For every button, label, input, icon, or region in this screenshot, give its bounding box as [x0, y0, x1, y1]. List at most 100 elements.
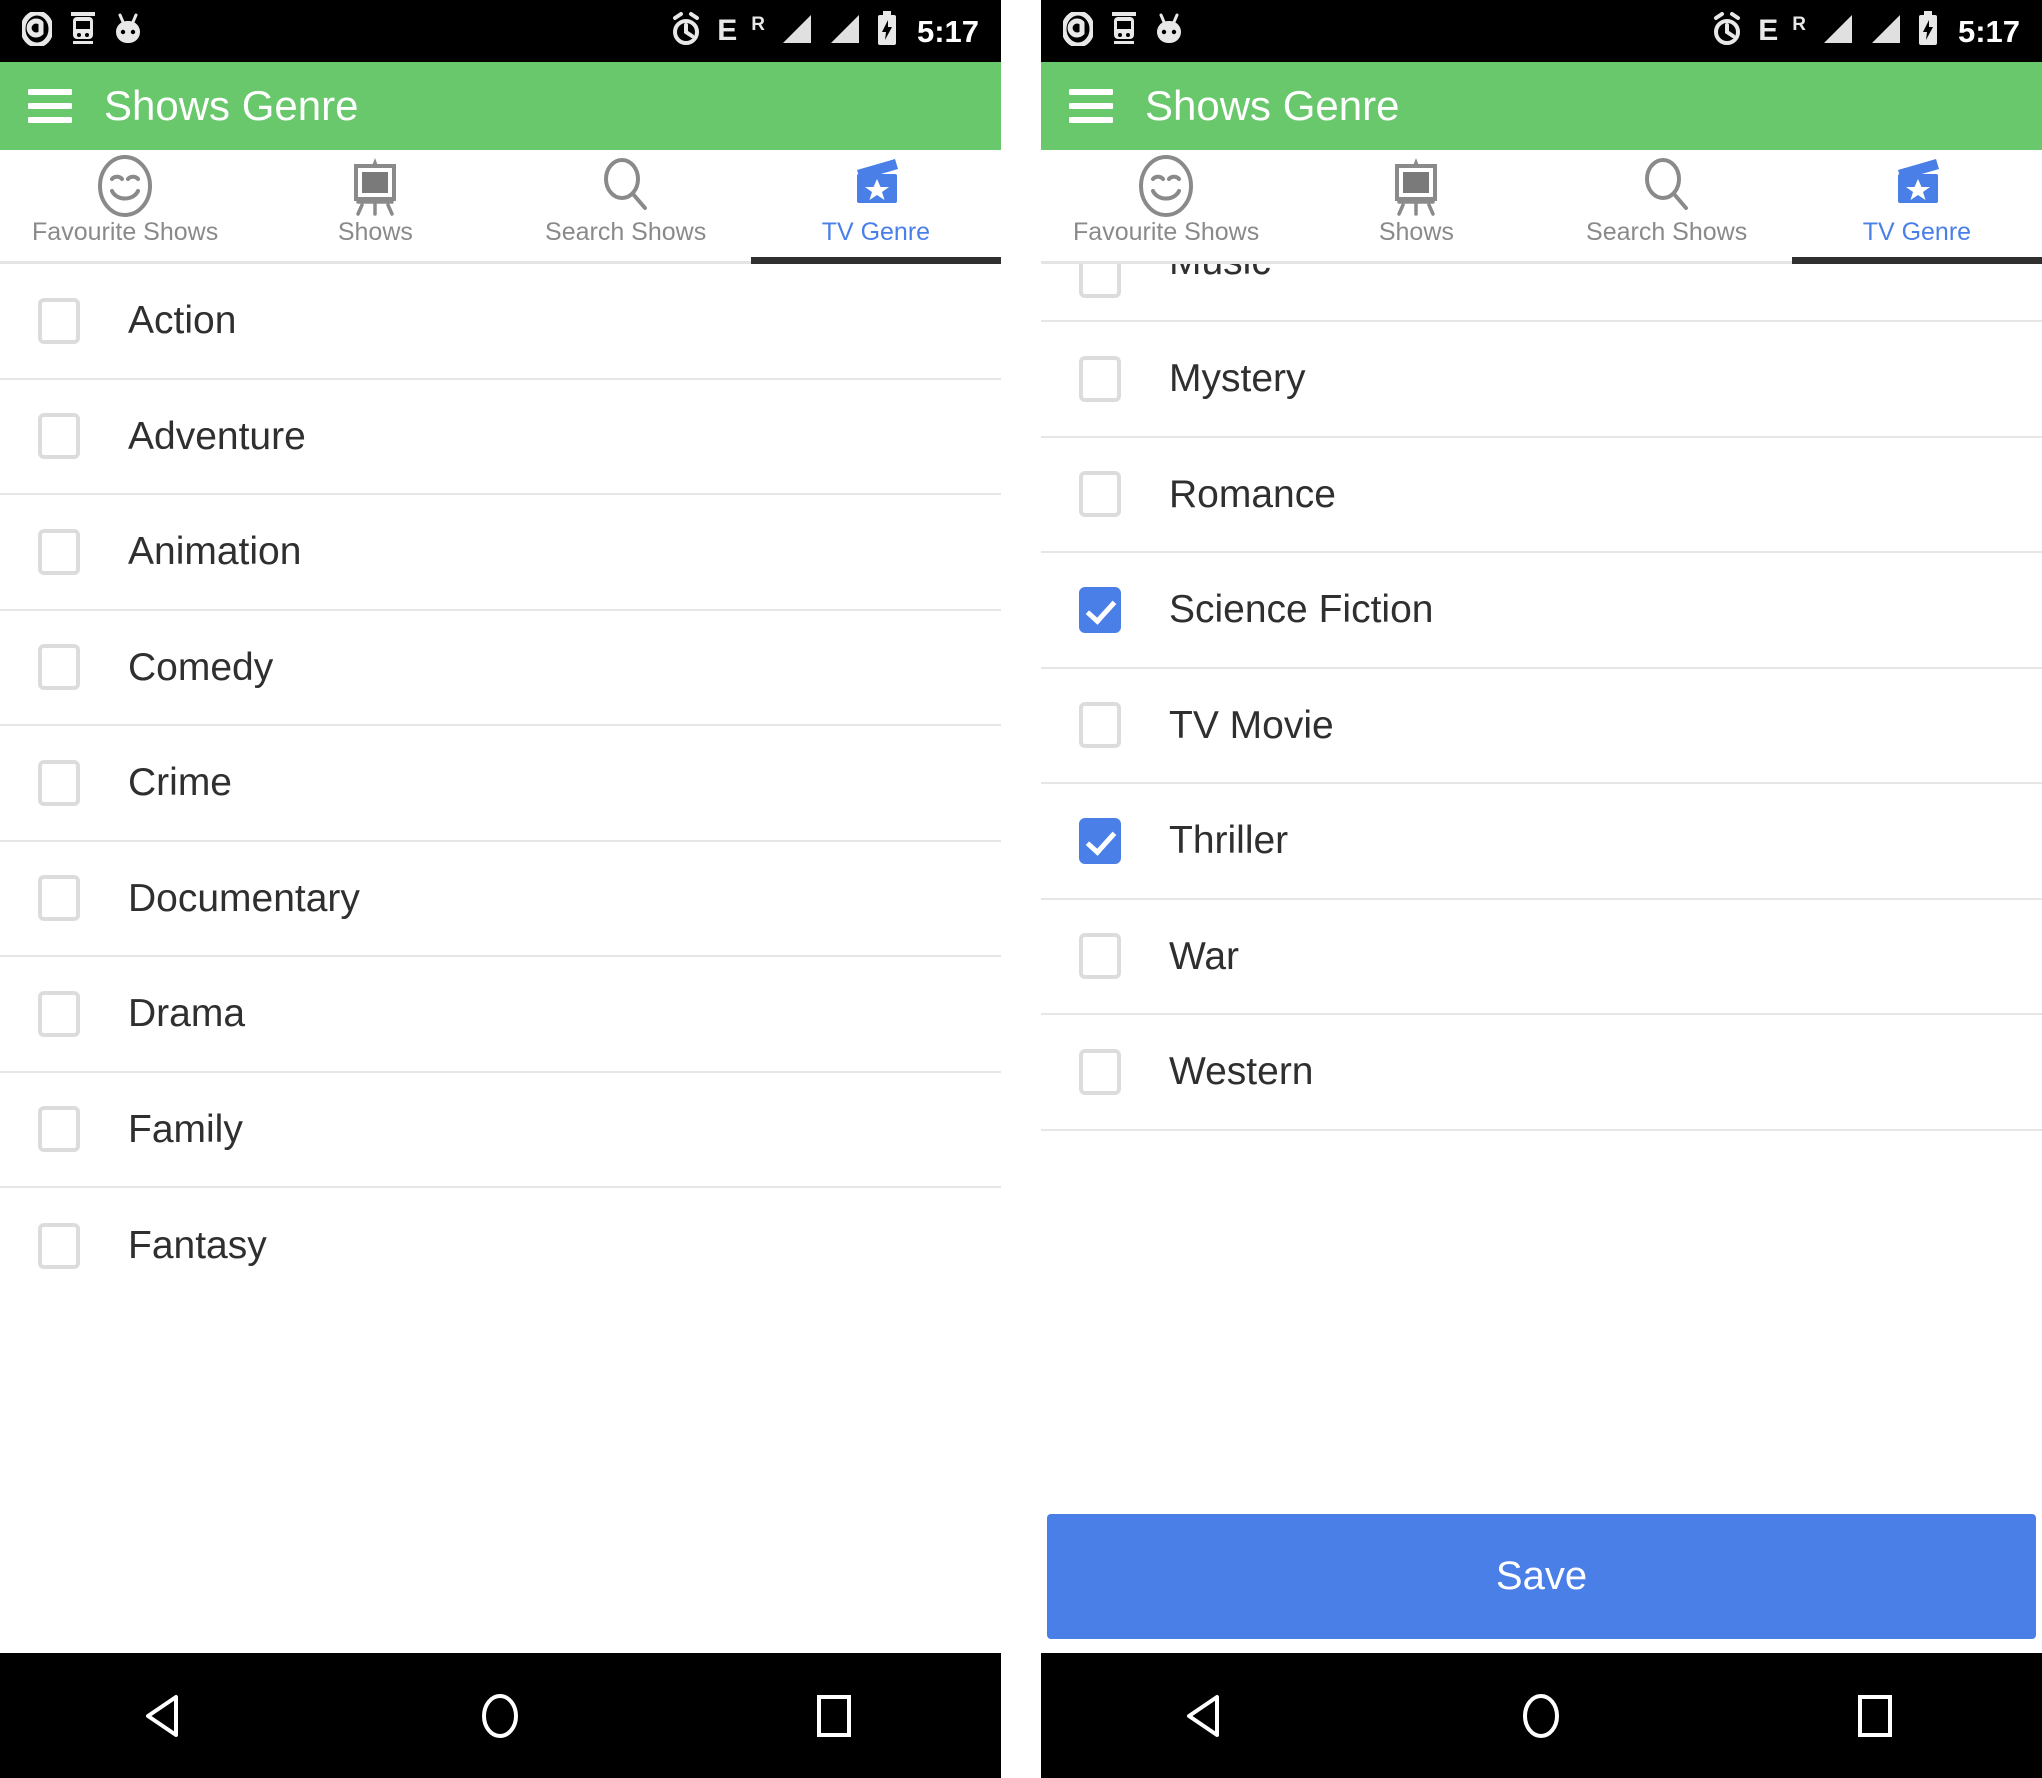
app-bar: Shows Genre — [0, 62, 1001, 150]
roaming-label: R — [751, 13, 765, 35]
genre-checkbox[interactable] — [1079, 264, 1121, 298]
list-item[interactable]: Animation — [0, 495, 1001, 611]
roaming-label: R — [1792, 13, 1806, 35]
tab-label: Shows — [337, 218, 413, 246]
genre-list-left[interactable]: Action Adventure Animation Comedy Crime … — [0, 264, 1001, 1653]
list-item[interactable]: Western — [1041, 1015, 2042, 1131]
signal-bars-icon — [1868, 13, 1902, 50]
tab-tv-genre[interactable]: TV Genre — [750, 150, 1001, 264]
genre-checkbox[interactable] — [38, 875, 80, 922]
clock-time: 5:17 — [916, 13, 979, 49]
genre-checkbox[interactable] — [38, 1106, 80, 1153]
app-circle-icon — [20, 10, 54, 51]
hamburger-menu-icon[interactable] — [1069, 89, 1113, 123]
list-item[interactable]: Crime — [0, 726, 1001, 842]
status-bar: E R 5:17 — [0, 0, 1001, 62]
list-item[interactable]: Drama — [0, 957, 1001, 1073]
genre-label: Documentary — [128, 876, 360, 920]
status-bar-left-icons — [1061, 10, 1183, 52]
tab-label: Favourite Shows — [32, 218, 219, 246]
signal-bars-icon — [1820, 13, 1854, 50]
signal-bars-icon — [827, 13, 861, 50]
genre-checkbox[interactable] — [1079, 933, 1121, 980]
tab-label: Search Shows — [1586, 218, 1748, 246]
phone-screen-right: E R 5:17 Shows Genre Favourite Shows Sho… — [1041, 0, 2042, 1778]
smiley-face-icon — [94, 155, 156, 217]
genre-label: TV Movie — [1169, 703, 1334, 747]
genre-checkbox[interactable] — [1079, 1048, 1121, 1095]
android-nav-bar — [1041, 1653, 2042, 1778]
page-title: Shows Genre — [104, 82, 359, 129]
back-triangle-icon[interactable] — [1138, 1653, 1278, 1778]
status-bar-right-icons: E R 5:17 — [1710, 10, 2020, 52]
recents-square-icon[interactable] — [1805, 1653, 1945, 1778]
genre-checkbox[interactable] — [38, 528, 80, 575]
genre-label: Adventure — [128, 414, 306, 458]
genre-label: Comedy — [128, 645, 274, 689]
genre-label: Science Fiction — [1169, 588, 1434, 632]
genre-label: Western — [1169, 1050, 1314, 1094]
list-item[interactable]: TV Movie — [1041, 669, 2042, 784]
recents-square-icon[interactable] — [764, 1653, 904, 1778]
genre-checkbox[interactable] — [38, 297, 80, 344]
battery-charging-icon — [1916, 10, 1940, 52]
network-type-label: E — [717, 14, 738, 47]
genre-checkbox[interactable] — [38, 644, 80, 691]
page-title: Shows Genre — [1145, 82, 1400, 129]
list-item[interactable]: Family — [0, 1073, 1001, 1188]
android-icon — [1155, 12, 1183, 51]
save-button-container: Save — [1041, 1500, 2042, 1653]
genre-checkbox[interactable] — [38, 413, 80, 460]
genre-list-right[interactable]: Music Mystery Romance Science Fiction TV… — [1041, 264, 2042, 1500]
genre-checkbox[interactable] — [38, 990, 80, 1037]
hamburger-menu-icon[interactable] — [28, 89, 72, 123]
tram-icon — [70, 11, 96, 52]
genre-label: Crime — [128, 761, 232, 805]
back-triangle-icon[interactable] — [97, 1653, 237, 1778]
list-item[interactable]: Comedy — [0, 611, 1001, 726]
status-bar: E R 5:17 — [1041, 0, 2042, 62]
genre-checkbox[interactable] — [38, 1222, 80, 1269]
list-item[interactable]: Fantasy — [0, 1188, 1001, 1304]
home-circle-icon[interactable] — [430, 1653, 570, 1778]
list-item[interactable]: Adventure — [0, 380, 1001, 495]
list-item[interactable]: War — [1041, 900, 2042, 1015]
tab-search-shows[interactable]: Search Shows — [1542, 150, 1792, 261]
genre-label: Music — [1169, 264, 1271, 281]
easel-tv-icon — [344, 156, 406, 216]
genre-checkbox[interactable] — [1079, 817, 1121, 864]
tab-search-shows[interactable]: Search Shows — [501, 150, 751, 261]
smiley-face-icon — [1135, 155, 1197, 217]
genre-checkbox[interactable] — [1079, 702, 1121, 749]
tab-label: Search Shows — [545, 218, 707, 246]
tab-tv-genre[interactable]: TV Genre — [1791, 150, 2042, 264]
list-item[interactable]: Music — [1041, 264, 2042, 322]
home-circle-icon[interactable] — [1471, 1653, 1611, 1778]
list-item[interactable]: Documentary — [0, 842, 1001, 957]
app-circle-icon — [1061, 10, 1095, 51]
genre-label: Action — [128, 299, 237, 343]
tab-shows[interactable]: Shows — [1291, 150, 1541, 261]
list-item[interactable]: Mystery — [1041, 322, 2042, 438]
save-button[interactable]: Save — [1047, 1514, 2036, 1639]
genre-label: Drama — [128, 992, 246, 1036]
genre-label: Fantasy — [128, 1224, 267, 1268]
clapperboard-star-icon — [1886, 156, 1948, 216]
list-item[interactable]: Romance — [1041, 438, 2042, 553]
list-item[interactable]: Action — [0, 264, 1001, 380]
genre-label: Family — [128, 1107, 243, 1151]
screenshot-stage: E R 5:17 Shows Genre Favourite Shows Sho… — [0, 0, 2042, 1778]
tab-favourite-shows[interactable]: Favourite Shows — [1041, 150, 1291, 261]
tab-shows[interactable]: Shows — [250, 150, 500, 261]
network-type-label: E — [1758, 14, 1779, 47]
genre-checkbox[interactable] — [1079, 471, 1121, 518]
app-bar: Shows Genre — [1041, 62, 2042, 150]
tab-favourite-shows[interactable]: Favourite Shows — [0, 150, 250, 261]
genre-checkbox[interactable] — [1079, 586, 1121, 633]
list-item[interactable]: Science Fiction — [1041, 553, 2042, 669]
android-nav-bar — [0, 1653, 1001, 1778]
genre-checkbox[interactable] — [38, 759, 80, 806]
genre-checkbox[interactable] — [1079, 355, 1121, 402]
genre-label: War — [1169, 934, 1240, 978]
list-item[interactable]: Thriller — [1041, 784, 2042, 900]
